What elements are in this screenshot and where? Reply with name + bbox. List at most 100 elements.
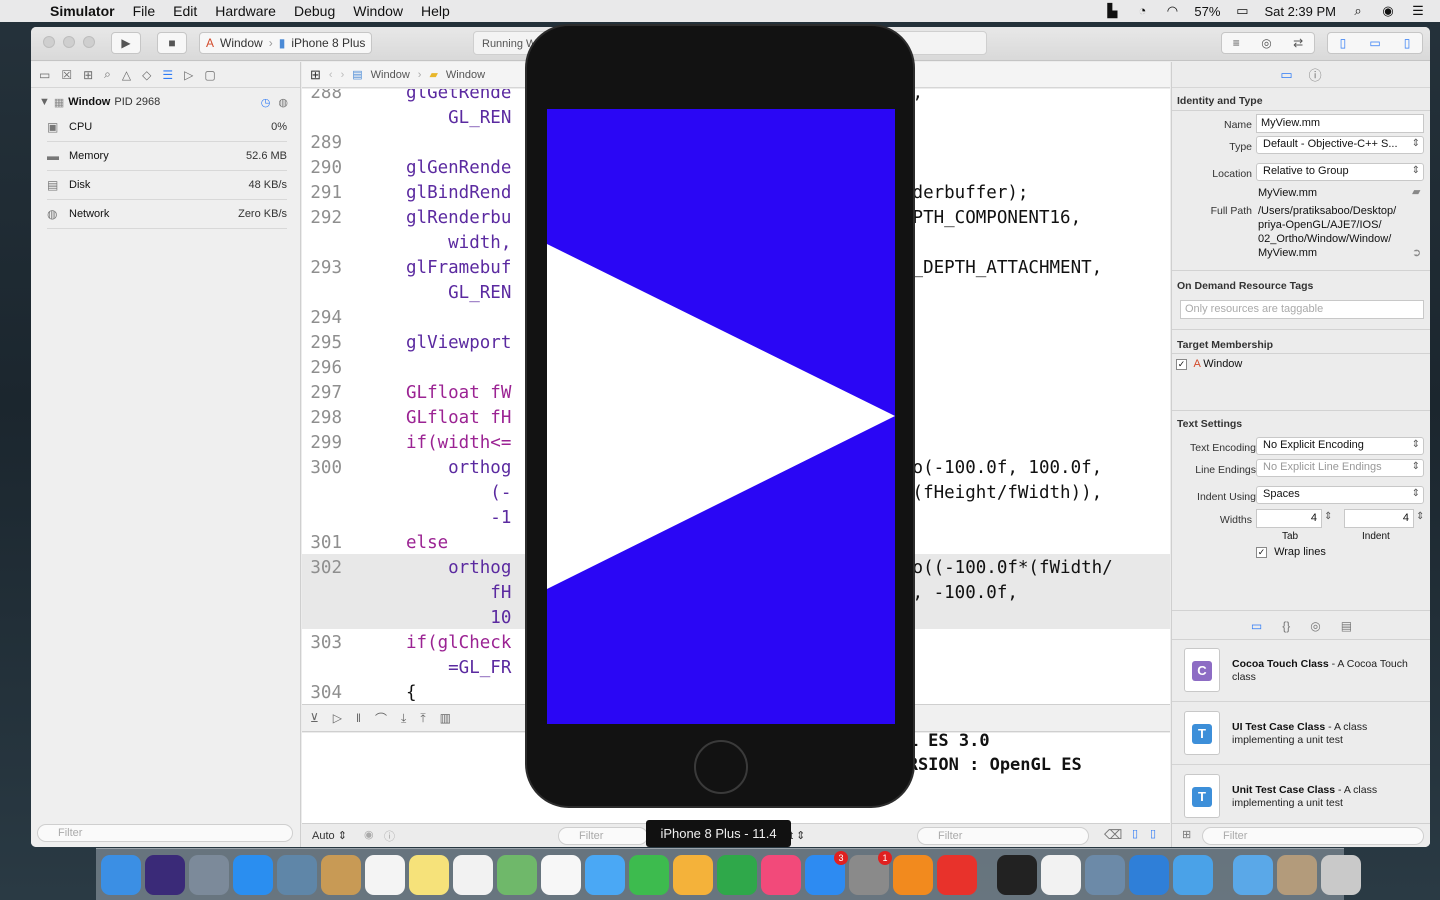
menu-app-simulator[interactable]: Simulator xyxy=(50,3,124,19)
output-popup[interactable]: t ⇕ xyxy=(790,829,805,842)
contacts-icon[interactable] xyxy=(321,854,361,895)
textedit-icon[interactable] xyxy=(1041,854,1081,895)
jump-crumb-project[interactable]: Window xyxy=(371,69,410,81)
debug-area-toggle-icon[interactable]: ▭ xyxy=(1369,36,1380,50)
text-encoding-popup[interactable]: No Explicit Encoding xyxy=(1256,437,1424,455)
forward-arrow-icon[interactable]: › xyxy=(341,69,345,81)
battery-percent[interactable]: 57% xyxy=(1194,4,1220,19)
wrap-lines-row[interactable]: ✓ Wrap lines xyxy=(1256,545,1326,559)
assistant-editor-icon[interactable]: ◎ xyxy=(1261,36,1271,50)
process-row[interactable]: ▼ ▦ Window PID 2968 ◷ ◍ xyxy=(31,91,300,113)
related-items-icon[interactable]: ⊞ xyxy=(310,67,321,83)
view-debugger-icon[interactable]: ▥ xyxy=(440,711,451,725)
variables-filter-input[interactable]: Filter xyxy=(558,827,648,845)
split-right-icon[interactable]: ▯ xyxy=(1150,827,1156,840)
run-button[interactable]: ▶ xyxy=(111,32,141,54)
app-store-icon[interactable]: 3 xyxy=(805,850,848,895)
quicklook-icon[interactable]: ◉ xyxy=(364,828,374,841)
system-preferences-icon[interactable]: 1 xyxy=(849,850,892,895)
preview-icon[interactable] xyxy=(1085,854,1125,895)
numbers-icon[interactable] xyxy=(717,854,757,895)
xcode-icon[interactable] xyxy=(1129,854,1169,895)
simulator-screen[interactable] xyxy=(547,109,895,724)
library-item[interactable]: C Cocoa Touch Class - A Cocoa Touch clas… xyxy=(1172,640,1430,702)
library-grid-view-icon[interactable]: ⊞ xyxy=(1182,828,1191,841)
reminders-icon[interactable] xyxy=(453,854,493,895)
quick-help-icon[interactable]: ⓘ xyxy=(1309,65,1322,84)
file-type-popup[interactable]: Default - Objective-C++ S... xyxy=(1256,136,1424,154)
menu-file[interactable]: File xyxy=(124,3,165,19)
minimize-window-button[interactable] xyxy=(63,36,75,48)
launchpad-icon[interactable] xyxy=(189,854,229,895)
messages-icon[interactable] xyxy=(585,854,625,895)
ibooks-icon[interactable] xyxy=(893,854,933,895)
console-filter-input[interactable]: Filter xyxy=(917,827,1089,845)
notification-center-icon[interactable]: ☰ xyxy=(1410,4,1426,18)
back-arrow-icon[interactable]: ‹ xyxy=(329,69,333,81)
itunes-icon[interactable] xyxy=(761,854,801,895)
finder-icon[interactable] xyxy=(101,854,141,895)
indent-width-stepper[interactable]: ⇕ xyxy=(1416,511,1424,522)
zoom-window-button[interactable] xyxy=(83,36,95,48)
navigator-filter-input[interactable]: Filter xyxy=(37,824,293,842)
target-membership-row[interactable]: ✓ A Window xyxy=(1176,357,1242,371)
test-navigator-icon[interactable]: ◇ xyxy=(142,68,151,82)
library-item[interactable]: T UI Test Case Class - A class implement… xyxy=(1172,703,1430,765)
gauge-cpu[interactable]: ▣ CPU 0% xyxy=(47,113,287,142)
inspector-toggle-icon[interactable]: ▯ xyxy=(1404,36,1411,50)
stop-button[interactable]: ■ xyxy=(157,32,187,54)
menu-edit[interactable]: Edit xyxy=(164,3,206,19)
library-item[interactable]: T Unit Test Case Class - A class impleme… xyxy=(1172,766,1430,828)
split-left-icon[interactable]: ▯ xyxy=(1132,827,1138,840)
downloads-folder-icon[interactable] xyxy=(1233,854,1273,895)
battery-icon[interactable]: ▭ xyxy=(1234,4,1250,18)
issue-navigator-icon[interactable]: △ xyxy=(122,68,131,82)
panel-toggle-segment[interactable]: ▯ ▭ ▯ xyxy=(1327,32,1423,54)
editor-mode-segment[interactable]: ≡ ◎ ⇄ xyxy=(1221,32,1315,54)
name-field[interactable]: MyView.mm xyxy=(1256,114,1424,133)
terminal-icon[interactable] xyxy=(997,854,1037,895)
code-snippet-library-icon[interactable]: {} xyxy=(1282,619,1290,633)
maps-icon[interactable] xyxy=(497,854,537,895)
tab-width-stepper[interactable]: ⇕ xyxy=(1324,511,1332,522)
calendar-icon[interactable] xyxy=(365,854,405,895)
checkbox-checked-icon[interactable]: ✓ xyxy=(1256,546,1267,558)
siri-icon[interactable] xyxy=(145,854,185,895)
resource-tags-field[interactable]: Only resources are taggable xyxy=(1180,300,1424,319)
hide-debug-area-icon[interactable]: ⊻ xyxy=(310,711,319,725)
siri-menu-icon[interactable]: ◉ xyxy=(1380,4,1396,18)
file-inspector-icon[interactable]: ▭ xyxy=(1280,67,1292,83)
step-out-icon[interactable]: ⤒ xyxy=(420,711,425,726)
standard-editor-icon[interactable]: ≡ xyxy=(1233,36,1240,50)
media-library-icon[interactable]: ▤ xyxy=(1341,619,1352,633)
project-navigator-icon[interactable]: ▭ xyxy=(39,68,50,82)
anydesk-status-icon[interactable]: ▙ xyxy=(1104,4,1120,18)
line-endings-popup[interactable]: No Explicit Line Endings xyxy=(1256,459,1424,477)
pause-icon[interactable]: ‖ xyxy=(356,711,361,725)
info-icon[interactable]: ⓘ xyxy=(384,828,395,844)
mail-bird-icon[interactable] xyxy=(277,854,317,895)
library-filter-input[interactable]: Filter xyxy=(1202,827,1424,845)
thread-view-icon[interactable]: ◍ xyxy=(278,96,288,109)
find-navigator-icon[interactable]: ⌕ xyxy=(104,67,111,82)
step-over-icon[interactable]: ⌒ xyxy=(375,710,387,727)
menu-window[interactable]: Window xyxy=(344,3,412,19)
close-window-button[interactable] xyxy=(43,36,55,48)
variables-scope-popup[interactable]: Auto ⇕ xyxy=(312,829,347,842)
gauge-network[interactable]: ◍ Network Zero KB/s xyxy=(47,200,287,229)
keynote-icon[interactable] xyxy=(673,854,713,895)
gauge-refresh-icon[interactable]: ◷ xyxy=(261,96,271,109)
safari-icon[interactable] xyxy=(233,854,273,895)
menu-hardware[interactable]: Hardware xyxy=(206,3,285,19)
indent-width-field[interactable]: 4 xyxy=(1344,509,1414,528)
time-machine-icon[interactable]: ◔ xyxy=(1134,4,1150,18)
jump-crumb-group[interactable]: Window xyxy=(446,69,485,81)
facetime-icon[interactable] xyxy=(629,854,669,895)
indent-using-popup[interactable]: Spaces xyxy=(1256,486,1424,504)
debug-navigator-icon[interactable]: ☰ xyxy=(162,68,173,82)
symbol-navigator-icon[interactable]: ⊞ xyxy=(83,68,93,82)
reveal-in-finder-icon[interactable]: ➲ xyxy=(1412,246,1421,259)
menu-help[interactable]: Help xyxy=(412,3,459,19)
documents-stack-icon[interactable] xyxy=(1277,854,1317,895)
tab-width-field[interactable]: 4 xyxy=(1256,509,1322,528)
